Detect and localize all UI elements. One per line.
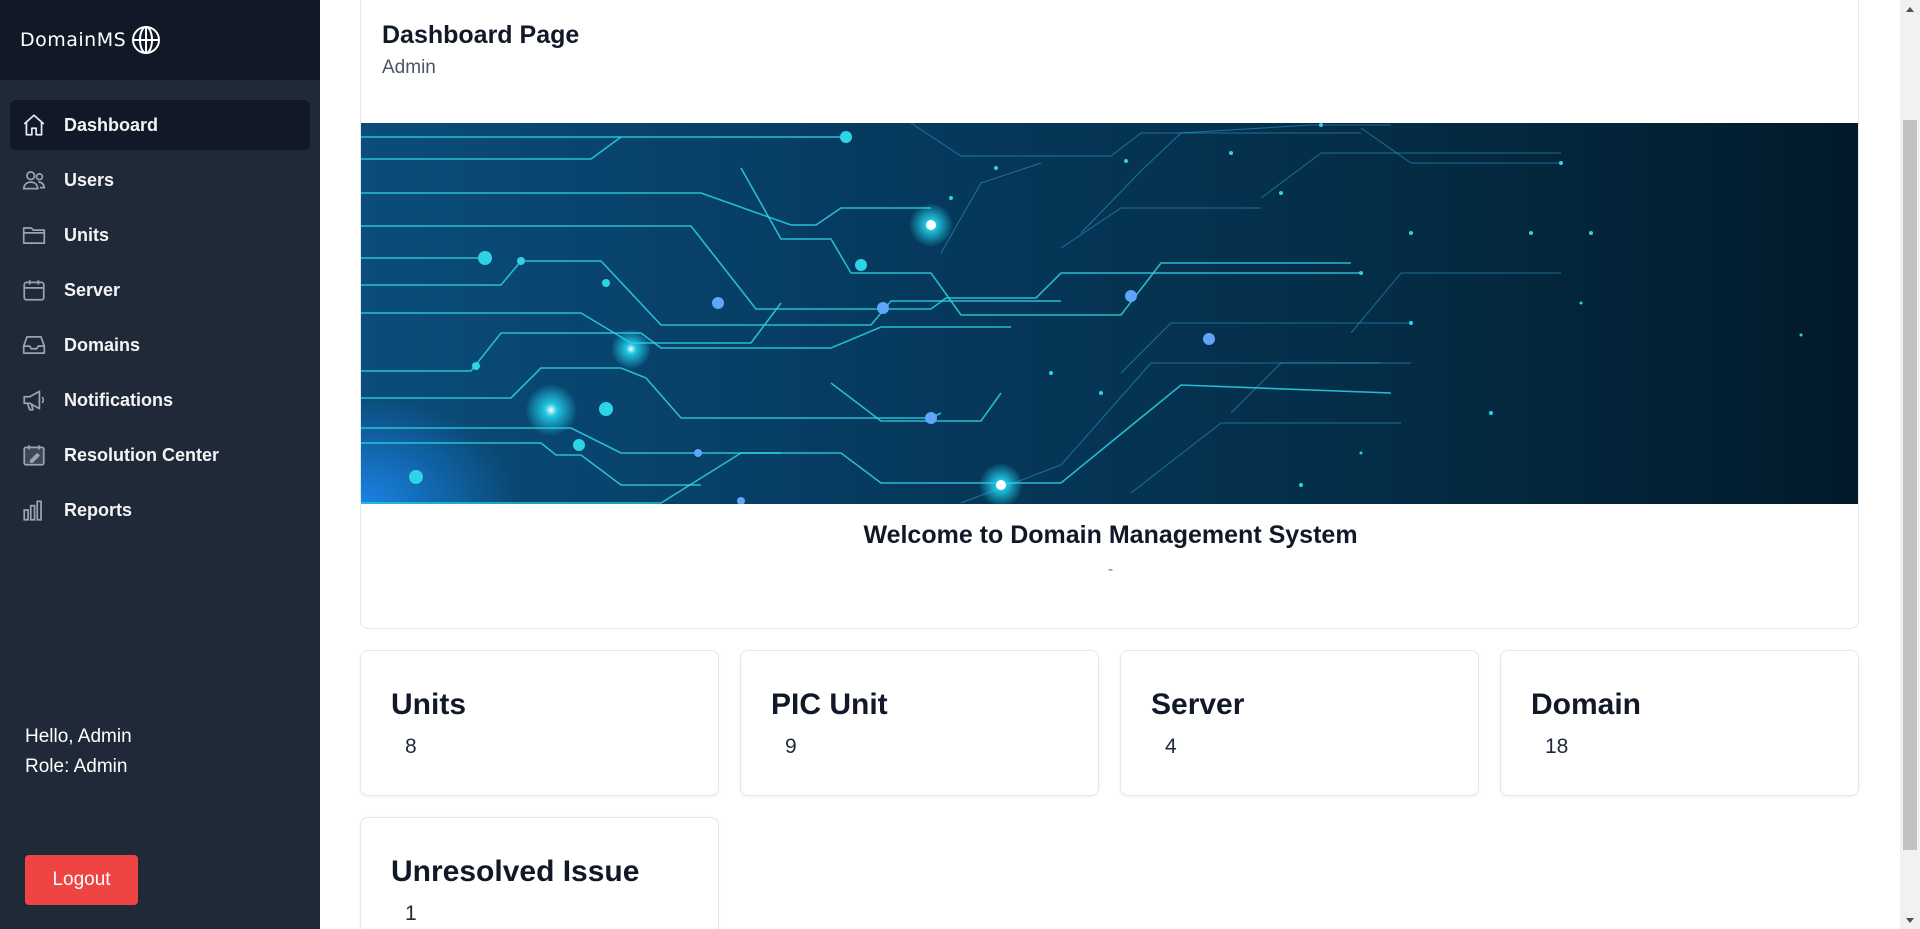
stat-title: Server xyxy=(1151,688,1245,721)
home-icon xyxy=(21,112,47,138)
sidebar-item-dashboard[interactable]: Dashboard xyxy=(10,100,310,150)
vertical-scrollbar[interactable] xyxy=(1900,0,1920,929)
welcome-subtitle: - xyxy=(1107,561,1114,578)
dashboard-card: Dashboard Page Admin Welcome to Domain M… xyxy=(360,0,1859,629)
brand[interactable]: DomainMS xyxy=(0,0,320,80)
sidebar-item-resolution-center[interactable]: Resolution Center xyxy=(10,430,310,480)
sidebar-item-notifications[interactable]: Notifications xyxy=(10,375,310,425)
stat-value: 18 xyxy=(1545,735,1569,758)
sidebar-item-label: Domains xyxy=(64,334,141,355)
stat-card-domain[interactable]: Domain 18 xyxy=(1500,650,1859,796)
scroll-down-arrow-icon[interactable] xyxy=(1900,912,1920,929)
greeting-text: Hello, Admin xyxy=(25,726,132,747)
sidebar-item-label: Reports xyxy=(64,499,133,520)
stat-value: 8 xyxy=(405,735,417,758)
bar-chart-icon xyxy=(21,497,47,523)
sidebar-item-units[interactable]: Units xyxy=(10,210,310,260)
stat-card-unresolved-issue[interactable]: Unresolved Issue 1 xyxy=(360,817,719,929)
globe-icon xyxy=(132,26,161,54)
stat-title: Domain xyxy=(1531,688,1642,721)
stat-value: 1 xyxy=(405,902,417,925)
page-title: Dashboard Page xyxy=(382,21,580,49)
sidebar-item-domains[interactable]: Domains xyxy=(10,320,310,370)
sidebar-item-label: Units xyxy=(64,224,109,245)
sidebar-nav: Dashboard Users Units Server Domains Not… xyxy=(0,80,320,535)
sidebar-item-label: Users xyxy=(64,169,115,190)
scroll-up-arrow-icon[interactable] xyxy=(1900,0,1920,17)
sidebar-item-label: Server xyxy=(64,279,121,300)
stat-value: 4 xyxy=(1165,735,1177,758)
role-text: Role: Admin xyxy=(25,756,128,777)
inbox-icon xyxy=(21,332,47,358)
calendar-edit-icon xyxy=(21,442,47,468)
circuit-banner-image xyxy=(361,123,1858,504)
main-content: Dashboard Page Admin Welcome to Domain M… xyxy=(320,0,1900,929)
stat-card-server[interactable]: Server 4 xyxy=(1120,650,1479,796)
user-info: Hello, Admin Role: Admin xyxy=(25,722,132,782)
stat-title: PIC Unit xyxy=(771,688,888,721)
sidebar-item-reports[interactable]: Reports xyxy=(10,485,310,535)
sidebar-item-label: Notifications xyxy=(64,389,174,410)
megaphone-icon xyxy=(21,387,47,413)
sidebar-item-label: Resolution Center xyxy=(64,444,220,465)
stat-card-units[interactable]: Units 8 xyxy=(360,650,719,796)
stat-title: Unresolved Issue xyxy=(391,855,640,888)
logout-button[interactable]: Logout xyxy=(25,855,138,905)
page-subtitle: Admin xyxy=(382,57,436,78)
stat-title: Units xyxy=(391,688,466,721)
folder-icon xyxy=(21,222,47,248)
scrollbar-thumb[interactable] xyxy=(1903,120,1917,850)
sidebar: DomainMS Dashboard Users Units Server Do… xyxy=(0,0,320,929)
brand-name: DomainMS xyxy=(20,29,127,51)
welcome-title: Welcome to Domain Management System xyxy=(863,521,1358,549)
sidebar-item-label: Dashboard xyxy=(64,114,159,135)
sidebar-item-server[interactable]: Server xyxy=(10,265,310,315)
users-icon xyxy=(21,167,47,193)
calendar-icon xyxy=(21,277,47,303)
stat-value: 9 xyxy=(785,735,797,758)
sidebar-item-users[interactable]: Users xyxy=(10,155,310,205)
stat-card-pic-unit[interactable]: PIC Unit 9 xyxy=(740,650,1099,796)
